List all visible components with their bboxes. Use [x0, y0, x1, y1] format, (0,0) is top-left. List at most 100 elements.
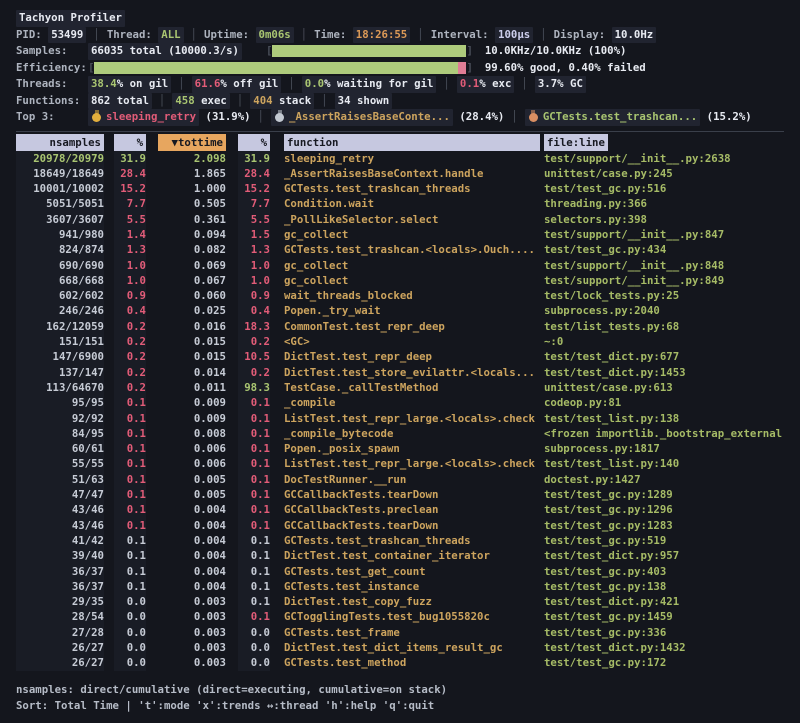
footer: nsamples: direct/cumulative (direct=exec…	[16, 682, 784, 715]
table-header-row: nsamples % ▼tottime % function file:line	[16, 135, 784, 151]
cell-file-line: test/test_gc.py:1289	[544, 487, 784, 502]
cell-tottime: 0.005	[158, 487, 226, 502]
table-row[interactable]: 10001/1000215.21.00015.2GCTests.test_tra…	[16, 181, 784, 196]
column-gap	[270, 196, 284, 211]
table-row[interactable]: 47/470.10.0050.1GCCallbackTests.tearDown…	[16, 487, 784, 502]
top3-item[interactable]: sleeping_retry	[88, 109, 199, 126]
table-row[interactable]: 28/540.00.0030.1GCTogglingTests.test_bug…	[16, 609, 784, 624]
table-row[interactable]: 55/550.10.0060.1ListTest.test_repr_large…	[16, 456, 784, 471]
column-gap	[104, 242, 114, 257]
cell-direct-pct: 0.1	[114, 456, 146, 471]
column-header-direct-pct[interactable]: %	[114, 134, 146, 151]
cell-direct-pct: 0.1	[114, 487, 146, 502]
table-row[interactable]: 95/950.10.0090.1_compilecodeop.py:81	[16, 395, 784, 410]
stat-text: shown	[351, 93, 390, 110]
column-header-cum-pct[interactable]: %	[238, 134, 270, 151]
cell-tottime: 0.361	[158, 212, 226, 227]
table-row[interactable]: 41/420.10.0040.1GCTests.test_trashcan_th…	[16, 533, 784, 548]
table-row[interactable]: 27/280.00.0030.0GCTests.test_frametest/t…	[16, 625, 784, 640]
table-row[interactable]: 690/6901.00.0691.0gc_collecttest/support…	[16, 258, 784, 273]
table-row[interactable]: 137/1470.20.0140.2DictTest.test_store_ev…	[16, 365, 784, 380]
table-row[interactable]: 92/920.10.0090.1ListTest.test_repr_large…	[16, 411, 784, 426]
column-gap	[146, 166, 158, 181]
efficiency-failed-fill	[458, 62, 467, 74]
cell-file-line: ~:0	[544, 334, 784, 349]
top3-percentage: (31.9%)	[199, 109, 250, 126]
table-row[interactable]: 162/120590.20.01618.3CommonTest.test_rep…	[16, 319, 784, 334]
cell-direct-pct: 0.0	[114, 609, 146, 624]
table-row[interactable]: 26/270.00.0030.0GCTests.test_methodtest/…	[16, 655, 784, 670]
column-gap	[104, 533, 114, 548]
cell-function: gc_collect	[284, 227, 540, 242]
table-row[interactable]: 36/370.10.0040.1GCTests.test_get_countte…	[16, 564, 784, 579]
column-gap	[270, 242, 284, 257]
column-gap	[104, 548, 114, 563]
cell-tottime: 0.015	[158, 334, 226, 349]
cell-direct-pct: 0.1	[114, 441, 146, 456]
table-row[interactable]: 3607/36075.50.3615.5_PollLikeSelector.se…	[16, 212, 784, 227]
table-row[interactable]: 43/460.10.0040.1GCCallbackTests.preclean…	[16, 502, 784, 517]
info-field-interval: Interval: 100μs	[431, 27, 534, 44]
cell-cum-pct: 5.5	[238, 212, 270, 227]
samples-bar-fill	[272, 45, 466, 57]
info-field-value: 53499	[48, 27, 86, 44]
stat-segment: 61.6% off gil	[192, 76, 282, 93]
column-gap	[104, 579, 114, 594]
table-row[interactable]: 39/400.10.0040.1DictTest.test_container_…	[16, 548, 784, 563]
column-header-nsamples[interactable]: nsamples	[16, 134, 104, 151]
cell-file-line: test/test_dict.py:1432	[544, 640, 784, 655]
header-table-divider	[16, 131, 784, 132]
top3-item[interactable]: _AssertRaisesBaseConte...	[271, 109, 453, 126]
column-gap	[104, 441, 114, 456]
cell-tottime: 1.865	[158, 166, 226, 181]
top3-item[interactable]: GCTests.test_trashcan...	[525, 109, 700, 126]
column-gap	[146, 594, 158, 609]
column-header-function[interactable]: function	[284, 134, 540, 151]
table-row[interactable]: 941/9801.40.0941.5gc_collecttest/support…	[16, 227, 784, 242]
cell-cum-pct: 0.0	[238, 655, 270, 670]
cell-function: TestCase._callTestMethod	[284, 380, 540, 395]
column-gap	[104, 564, 114, 579]
table-row[interactable]: 147/69000.20.01510.5DictTest.test_repr_d…	[16, 349, 784, 364]
cell-cum-pct: 15.2	[238, 181, 270, 196]
cell-cum-pct: 0.1	[238, 426, 270, 441]
process-info-row: PID: 53499│Thread: ALL│Uptime: 0m06s│Tim…	[16, 27, 784, 44]
cell-file-line: test/test_dict.py:677	[544, 349, 784, 364]
cell-nsamples: 95/95	[16, 395, 104, 410]
table-row[interactable]: 113/646700.20.01198.3TestCase._callTestM…	[16, 380, 784, 395]
table-row[interactable]: 824/8741.30.0821.3GCTests.test_trashcan.…	[16, 242, 784, 257]
table-row[interactable]: 43/460.10.0040.1GCCallbackTests.tearDown…	[16, 518, 784, 533]
table-row[interactable]: 84/950.10.0080.1_compile_bytecode<frozen…	[16, 426, 784, 441]
cell-function: sleeping_retry	[284, 151, 540, 166]
cell-direct-pct: 0.1	[114, 411, 146, 426]
table-row[interactable]: 60/610.10.0060.1Popen._posix_spawnsubpro…	[16, 441, 784, 456]
stat-text: stack	[273, 93, 312, 110]
table-row[interactable]: 26/270.00.0030.0DictTest.test_dict_items…	[16, 640, 784, 655]
cell-tottime: 0.082	[158, 242, 226, 257]
table-row[interactable]: 5051/50517.70.5057.7Condition.waitthread…	[16, 196, 784, 211]
column-gap	[226, 564, 238, 579]
field-separator: │	[504, 109, 524, 126]
cell-function: ListTest.test_repr_large.<locals>.check	[284, 456, 540, 471]
table-row[interactable]: 668/6681.00.0671.0gc_collecttest/support…	[16, 273, 784, 288]
column-header-file-line[interactable]: file:line	[544, 134, 608, 151]
table-row[interactable]: 246/2460.40.0250.4Popen._try_waitsubproc…	[16, 303, 784, 318]
table-row[interactable]: 29/350.00.0030.1DictTest.test_copy_fuzzt…	[16, 594, 784, 609]
table-row[interactable]: 36/370.10.0040.1GCTests.test_instancetes…	[16, 579, 784, 594]
cell-direct-pct: 0.2	[114, 380, 146, 395]
column-gap	[270, 166, 284, 181]
column-header-tottime-sorted[interactable]: ▼tottime	[158, 134, 226, 151]
table-row[interactable]: 602/6020.90.0600.9wait_threads_blockedte…	[16, 288, 784, 303]
cell-file-line: test/test_gc.py:516	[544, 181, 784, 196]
cell-file-line: test/support/__init__.py:2638	[544, 151, 784, 166]
table-row[interactable]: 20978/2097931.92.09831.9sleeping_retryte…	[16, 151, 784, 166]
top3-row: Top 3: sleeping_retry (31.9%)│_AssertRai…	[16, 109, 784, 126]
table-row[interactable]: 151/1510.20.0150.2<GC>~:0	[16, 334, 784, 349]
info-field-label: Thread:	[107, 27, 158, 44]
cell-file-line: test/test_gc.py:336	[544, 625, 784, 640]
column-gap	[104, 319, 114, 334]
cell-function: GCTests.test_trashcan_threads	[284, 181, 540, 196]
table-row[interactable]: 51/630.10.0050.1DocTestRunner.__rundocte…	[16, 472, 784, 487]
cell-nsamples: 147/6900	[16, 349, 104, 364]
table-row[interactable]: 18649/1864928.41.86528.4_AssertRaisesBas…	[16, 166, 784, 181]
